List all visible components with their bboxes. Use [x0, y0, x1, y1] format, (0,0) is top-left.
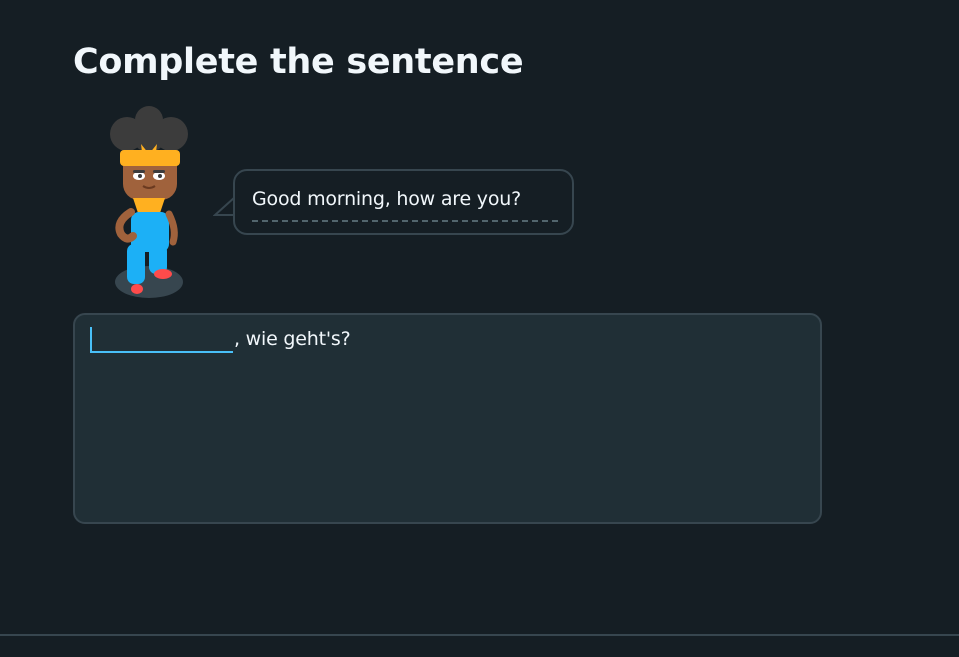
blank-input[interactable]	[90, 327, 233, 353]
hint-underline	[252, 220, 558, 222]
challenge-page: Complete the sentence Good morning, how …	[0, 0, 959, 657]
sentence-rest: , wie geht's?	[234, 328, 351, 350]
character-illustration	[103, 104, 199, 304]
challenge-title: Complete the sentence	[73, 42, 524, 82]
answer-box[interactable]: , wie geht's?	[73, 313, 822, 524]
footer-divider	[0, 634, 959, 636]
speech-bubble-tail	[213, 196, 235, 216]
speech-bubble: Good morning, how are you?	[233, 169, 574, 235]
prompt-sentence[interactable]: Good morning, how are you?	[252, 188, 521, 210]
character-icon	[110, 106, 188, 298]
